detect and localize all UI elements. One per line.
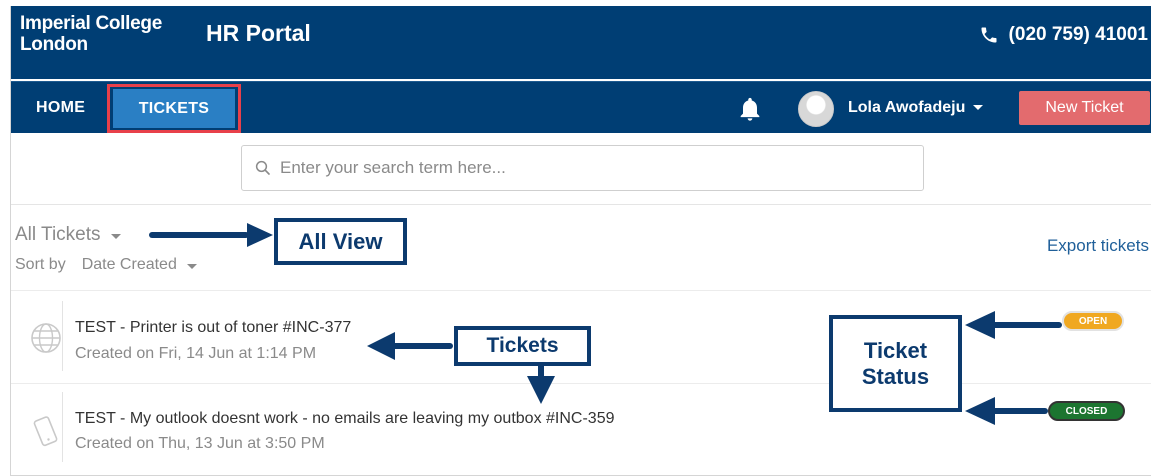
hr-portal-page: Imperial College London HR Portal (020 7… [10, 6, 1151, 476]
nav-tickets-label: TICKETS [113, 89, 235, 128]
chevron-down-icon [186, 263, 197, 269]
nav-bar: HOME TICKETS Lola Awofadeju New Ticket [11, 81, 1151, 133]
search-icon [255, 160, 270, 175]
export-tickets-link[interactable]: Export tickets [1047, 236, 1149, 256]
arrowhead-all-view [247, 223, 273, 247]
sort-value: Date Created [81, 256, 177, 273]
arrow-all-view [149, 232, 249, 238]
phone-icon [981, 27, 997, 43]
logo-line-2: London [20, 34, 88, 55]
globe-icon [31, 323, 61, 353]
annotation-status-line-1: Ticket [863, 337, 928, 363]
search-area [11, 133, 1151, 205]
search-input[interactable] [280, 158, 880, 178]
phone-number: (020 759) 41001 [1008, 24, 1148, 45]
chevron-down-icon [973, 105, 984, 110]
search-box[interactable] [241, 145, 924, 191]
annotation-tickets: Tickets [454, 326, 591, 366]
user-menu[interactable]: Lola Awofadeju [848, 82, 984, 133]
portal-title: HR Portal [206, 20, 311, 46]
sort-label: Sort by [15, 256, 66, 273]
divider [11, 290, 1151, 291]
phone-contact[interactable]: (020 759) 41001 [979, 24, 1148, 46]
college-logo[interactable]: Imperial College London [20, 13, 162, 55]
ticket-title[interactable]: TEST - My outlook doesnt work - no email… [75, 410, 615, 428]
ticket-created: Created on Fri, 14 Jun at 1:14 PM [75, 345, 317, 362]
ticket-created: Created on Thu, 13 Jun at 3:50 PM [75, 435, 325, 452]
ticket-row[interactable]: TEST - My outlook doesnt work - no email… [11, 383, 1151, 471]
header-bar: Imperial College London HR Portal (020 7… [11, 6, 1151, 79]
divider [62, 301, 63, 371]
nav-home[interactable]: HOME [36, 82, 85, 133]
view-selector[interactable]: All Tickets [15, 224, 121, 246]
bell-icon[interactable] [736, 95, 764, 123]
divider [62, 392, 63, 462]
avatar[interactable] [798, 91, 834, 127]
annotation-status-line-2: Status [861, 363, 930, 389]
ticket-title[interactable]: TEST - Printer is out of toner #INC-377 [75, 319, 351, 337]
sort-row: Sort by Date Created [15, 256, 197, 274]
nav-tickets[interactable]: TICKETS [107, 84, 241, 133]
new-ticket-button[interactable]: New Ticket [1019, 91, 1150, 125]
user-name: Lola Awofadeju [848, 98, 966, 116]
annotation-all-view: All View [274, 218, 407, 265]
sort-selector[interactable]: Date Created [82, 256, 197, 274]
logo-line-1: Imperial College [20, 13, 162, 34]
status-badge-closed: CLOSED [1048, 401, 1125, 421]
annotation-ticket-status: Ticket Status [829, 315, 962, 412]
chevron-down-icon [110, 233, 121, 239]
mobile-icon [33, 416, 58, 447]
view-label: All Tickets [15, 224, 101, 245]
status-badge-open: OPEN [1062, 311, 1124, 331]
